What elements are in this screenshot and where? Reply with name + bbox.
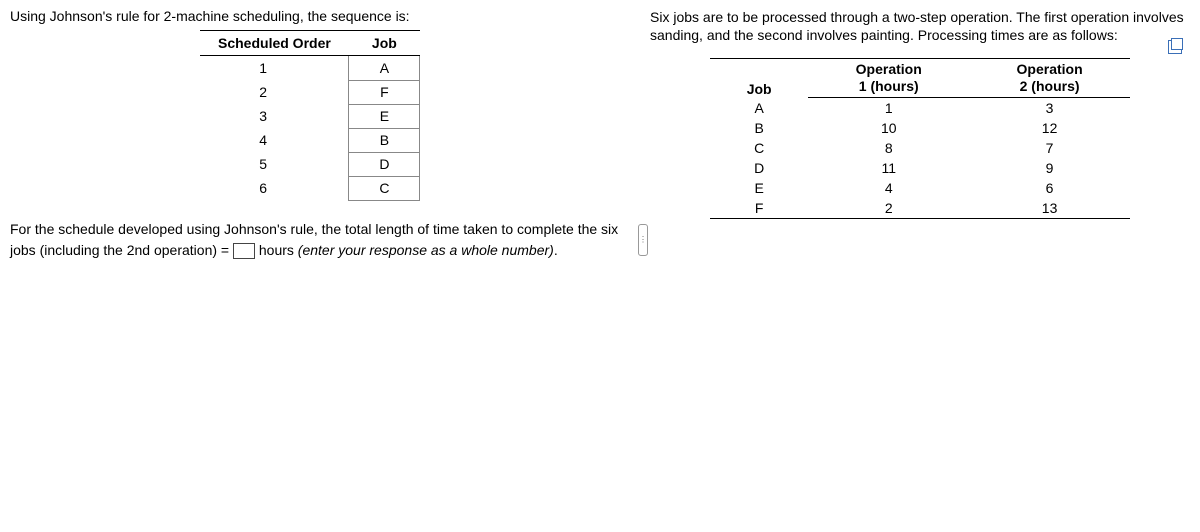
ops-op1-cell: 1 (808, 97, 969, 118)
left-intro-text: Using Johnson's rule for 2-machine sched… (10, 8, 630, 24)
operations-table: Job Operation Operation 1 (hours) 2 (hou… (710, 58, 1130, 219)
job-cell: C (349, 176, 420, 200)
table-row: B 10 12 (710, 118, 1130, 138)
pane-resize-handle[interactable]: ⋮ (638, 224, 648, 256)
ops-header-op1-line2: 1 (hours) (808, 78, 969, 97)
table-row: F 2 13 (710, 198, 1130, 219)
order-cell: 3 (200, 104, 349, 128)
ops-op2-cell: 9 (969, 158, 1130, 178)
ops-job-cell: E (710, 178, 808, 198)
order-cell: 4 (200, 128, 349, 152)
question-end: . (554, 242, 558, 258)
job-cell: D (349, 152, 420, 176)
table-row: E 4 6 (710, 178, 1130, 198)
ops-header-op1-line1: Operation (808, 59, 969, 78)
order-cell: 5 (200, 152, 349, 176)
ops-op2-cell: 6 (969, 178, 1130, 198)
schedule-table: Scheduled Order Job 1 A 2 F 3 E 4 (200, 30, 420, 201)
order-cell: 1 (200, 56, 349, 81)
table-row: 2 F (200, 80, 420, 104)
job-cell: F (349, 80, 420, 104)
left-pane: Using Johnson's rule for 2-machine sched… (0, 0, 640, 532)
ops-job-cell: A (710, 97, 808, 118)
table-row: 4 B (200, 128, 420, 152)
right-pane: Six jobs are to be processed through a t… (640, 0, 1200, 532)
ops-header-op2-line1: Operation (969, 59, 1130, 78)
ops-op1-cell: 11 (808, 158, 969, 178)
ops-op1-cell: 10 (808, 118, 969, 138)
ops-op1-cell: 8 (808, 138, 969, 158)
ops-op1-cell: 2 (808, 198, 969, 219)
ops-op2-cell: 7 (969, 138, 1130, 158)
question-part2: hours (259, 242, 298, 258)
copy-icon[interactable] (1168, 40, 1182, 54)
table-row: D 11 9 (710, 158, 1130, 178)
ops-header-job: Job (710, 59, 808, 98)
ops-job-cell: C (710, 138, 808, 158)
table-row: C 8 7 (710, 138, 1130, 158)
order-cell: 6 (200, 176, 349, 200)
question-hint: (enter your response as a whole number) (298, 242, 554, 258)
schedule-header-order: Scheduled Order (200, 31, 349, 56)
table-row: 5 D (200, 152, 420, 176)
job-cell: E (349, 104, 420, 128)
order-cell: 2 (200, 80, 349, 104)
answer-input[interactable] (233, 243, 255, 259)
ops-job-cell: B (710, 118, 808, 138)
ops-op2-cell: 3 (969, 97, 1130, 118)
ops-op2-cell: 13 (969, 198, 1130, 219)
table-row: 3 E (200, 104, 420, 128)
question-text: For the schedule developed using Johnson… (10, 219, 630, 261)
ops-job-cell: F (710, 198, 808, 219)
job-cell: A (349, 56, 420, 81)
right-intro-text: Six jobs are to be processed through a t… (650, 8, 1190, 44)
table-row: 6 C (200, 176, 420, 200)
table-row: A 1 3 (710, 97, 1130, 118)
schedule-header-job: Job (349, 31, 420, 56)
job-cell: B (349, 128, 420, 152)
ops-op2-cell: 12 (969, 118, 1130, 138)
ops-header-op2-line2: 2 (hours) (969, 78, 1130, 97)
table-row: 1 A (200, 56, 420, 81)
ops-job-cell: D (710, 158, 808, 178)
ops-op1-cell: 4 (808, 178, 969, 198)
